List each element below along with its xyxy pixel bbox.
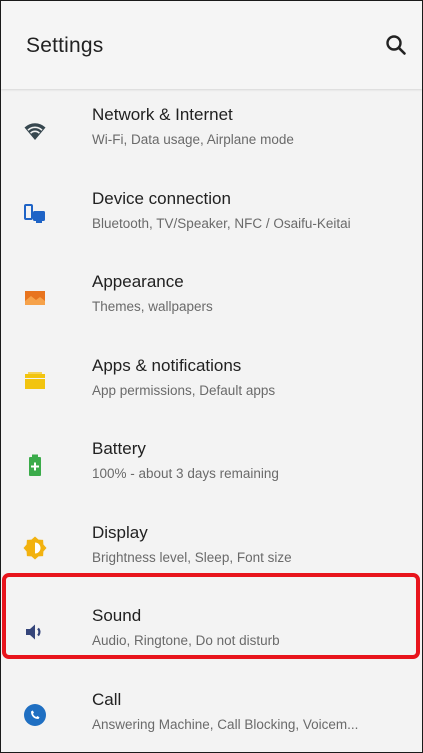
item-title: Apps & notifications (92, 355, 242, 375)
item-title: Appearance (92, 272, 184, 291)
volume-icon (26, 624, 41, 640)
item-summary: Answering Machine, Call Blocking, Voicem… (92, 716, 359, 732)
settings-item-apps-notifications[interactable]: Apps & notifications App permissions, De… (1, 340, 422, 424)
item-title: Device connection (92, 188, 231, 208)
search-icon (386, 35, 406, 55)
settings-item-appearance[interactable]: Appearance Themes, wallpapers (1, 256, 422, 340)
item-title: Call (92, 689, 122, 709)
settings-item-display[interactable]: Display Brightness level, Sleep, Font si… (1, 507, 422, 591)
item-summary: App permissions, Default apps (92, 382, 276, 398)
settings-item-network[interactable]: Network & Internet Wi-Fi, Data usage, Ai… (1, 89, 422, 173)
brightness-icon (23, 536, 47, 560)
settings-item-device-connection[interactable]: Device connection Bluetooth, TV/Speaker,… (1, 173, 422, 257)
search-button[interactable] (382, 31, 410, 59)
item-summary: Audio, Ringtone, Do not disturb (92, 633, 280, 648)
settings-screen: Settings Network & Internet Wi-Fi, Data … (0, 0, 423, 753)
wallpaper-icon (25, 290, 45, 305)
item-summary: Themes, wallpapers (92, 299, 213, 314)
item-summary: Brightness level, Sleep, Font size (92, 549, 292, 565)
item-title: Battery (92, 439, 146, 458)
app-bar: Settings (1, 1, 422, 89)
settings-item-battery[interactable]: Battery 100% - about 3 days remaining (1, 423, 422, 507)
settings-item-call[interactable]: Call Answering Machine, Call Blocking, V… (1, 674, 422, 753)
apps-icon (25, 372, 45, 390)
battery-icon (29, 454, 41, 476)
item-title: Network & Internet (92, 105, 233, 124)
item-title: Display (92, 522, 148, 542)
wifi-icon (24, 122, 46, 140)
item-summary: Wi-Fi, Data usage, Airplane mode (92, 132, 294, 147)
item-title: Sound (92, 606, 142, 625)
item-summary: Bluetooth, TV/Speaker, NFC / Osaifu-Keit… (92, 215, 351, 231)
item-summary: 100% - about 3 days remaining (92, 466, 279, 481)
call-icon (24, 704, 46, 727)
device-connection-icon (24, 204, 45, 224)
page-title: Settings (26, 34, 104, 57)
settings-item-sound[interactable]: Sound Audio, Ringtone, Do not disturb (1, 590, 422, 674)
settings-list: Network & Internet Wi-Fi, Data usage, Ai… (1, 89, 422, 753)
